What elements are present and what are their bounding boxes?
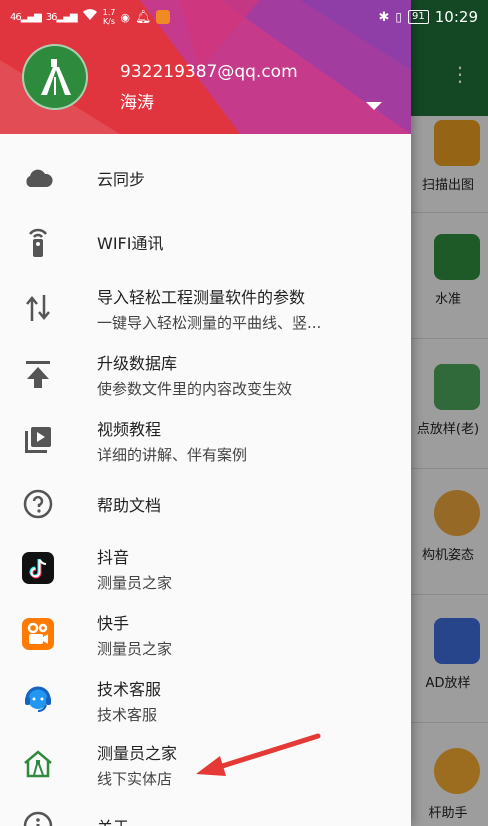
- clock: 10:29: [434, 8, 478, 26]
- menu-item-import-params[interactable]: 导入轻松工程测量软件的参数 一键导入轻松测量的平曲线、竖...: [0, 276, 411, 340]
- bluetooth-icon: ✱: [378, 9, 390, 25]
- camera-notification-icon: ◉: [120, 10, 130, 24]
- import-export-icon: [22, 292, 54, 324]
- menu-item-subtitle: 使参数文件里的内容改变生效: [97, 379, 293, 398]
- menu-item-subtitle: 测量员之家: [97, 639, 173, 658]
- menu-item-title: 导入轻松工程测量软件的参数: [97, 287, 306, 307]
- menu-item-upgrade-database[interactable]: 升级数据库 使参数文件里的内容改变生效: [0, 342, 411, 406]
- menu-item-subtitle: 详细的讲解、伴有案例: [97, 445, 248, 464]
- account-email: 932219387@qq.com: [120, 62, 298, 82]
- account-name: 海涛: [120, 93, 154, 113]
- info-icon: [22, 810, 54, 826]
- account-switcher-dropdown-icon[interactable]: [366, 102, 382, 110]
- menu-item-tech-support[interactable]: 技术客服 技术客服: [0, 668, 411, 732]
- upload-icon: [22, 358, 54, 390]
- avatar[interactable]: [22, 44, 88, 110]
- menu-item-subtitle: 测量员之家: [97, 573, 173, 592]
- menu-item-cloud-sync[interactable]: 云同步: [0, 146, 411, 210]
- menu-item-subtitle: 技术客服: [97, 705, 158, 724]
- menu-item-title: 快手: [97, 613, 130, 633]
- douyin-icon: [22, 552, 54, 584]
- app-notification-icon: [156, 10, 171, 24]
- battery-icon: 91: [408, 10, 429, 24]
- menu-item-title: 技术客服: [97, 679, 162, 699]
- customer-service-icon: [22, 684, 54, 716]
- network-speed: 1.7 K/s: [102, 8, 116, 26]
- menu-item-douyin[interactable]: 抖音 测量员之家: [0, 536, 411, 600]
- menu-item-subtitle: 一键导入轻松测量的平曲线、竖...: [97, 313, 322, 332]
- menu-item-title: 帮助文档: [97, 496, 162, 515]
- vibrate-icon: ▯: [395, 10, 403, 24]
- help-icon: [22, 488, 54, 520]
- menu-item-title: WIFI通讯: [97, 234, 164, 253]
- menu-item-wifi[interactable]: WIFI通讯: [0, 210, 411, 274]
- status-bar: 46▂▄▆ 36▂▄▆ 1.7 K/s ◉ 🔔︎ ✱ ▯ 91 10:29: [0, 0, 488, 34]
- signal-strength-icon: 46▂▄▆: [10, 11, 42, 23]
- surveyor-logo-icon: [41, 59, 71, 95]
- navigation-drawer: 932219387@qq.com 海涛 云同步 WIFI通讯 导入轻松工程测量软…: [0, 0, 411, 826]
- video-library-icon: [22, 424, 54, 456]
- menu-item-about[interactable]: 关于: [0, 794, 411, 826]
- cloud-icon: [22, 162, 54, 194]
- menu-item-title: 云同步: [97, 170, 146, 189]
- menu-item-title: 视频教程: [97, 419, 162, 439]
- bell-notification-icon: 🔔︎: [134, 9, 152, 25]
- signal-strength-icon-2: 36▂▄▆: [45, 11, 78, 23]
- wifi-icon: [82, 9, 98, 25]
- wifi-remote-icon: [22, 226, 54, 258]
- annotation-arrow-icon: [196, 733, 321, 776]
- menu-item-title: 关于: [97, 814, 391, 826]
- menu-item-video-tutorial[interactable]: 视频教程 详细的讲解、伴有案例: [0, 408, 411, 472]
- menu-item-kuaishou[interactable]: 快手 测量员之家: [0, 602, 411, 666]
- menu-item-title: 升级数据库: [97, 353, 178, 373]
- kuaishou-icon: [22, 618, 54, 650]
- store-house-icon: [22, 748, 54, 780]
- menu-item-help-docs[interactable]: 帮助文档: [0, 472, 411, 536]
- menu-item-title: 抖音: [97, 547, 130, 567]
